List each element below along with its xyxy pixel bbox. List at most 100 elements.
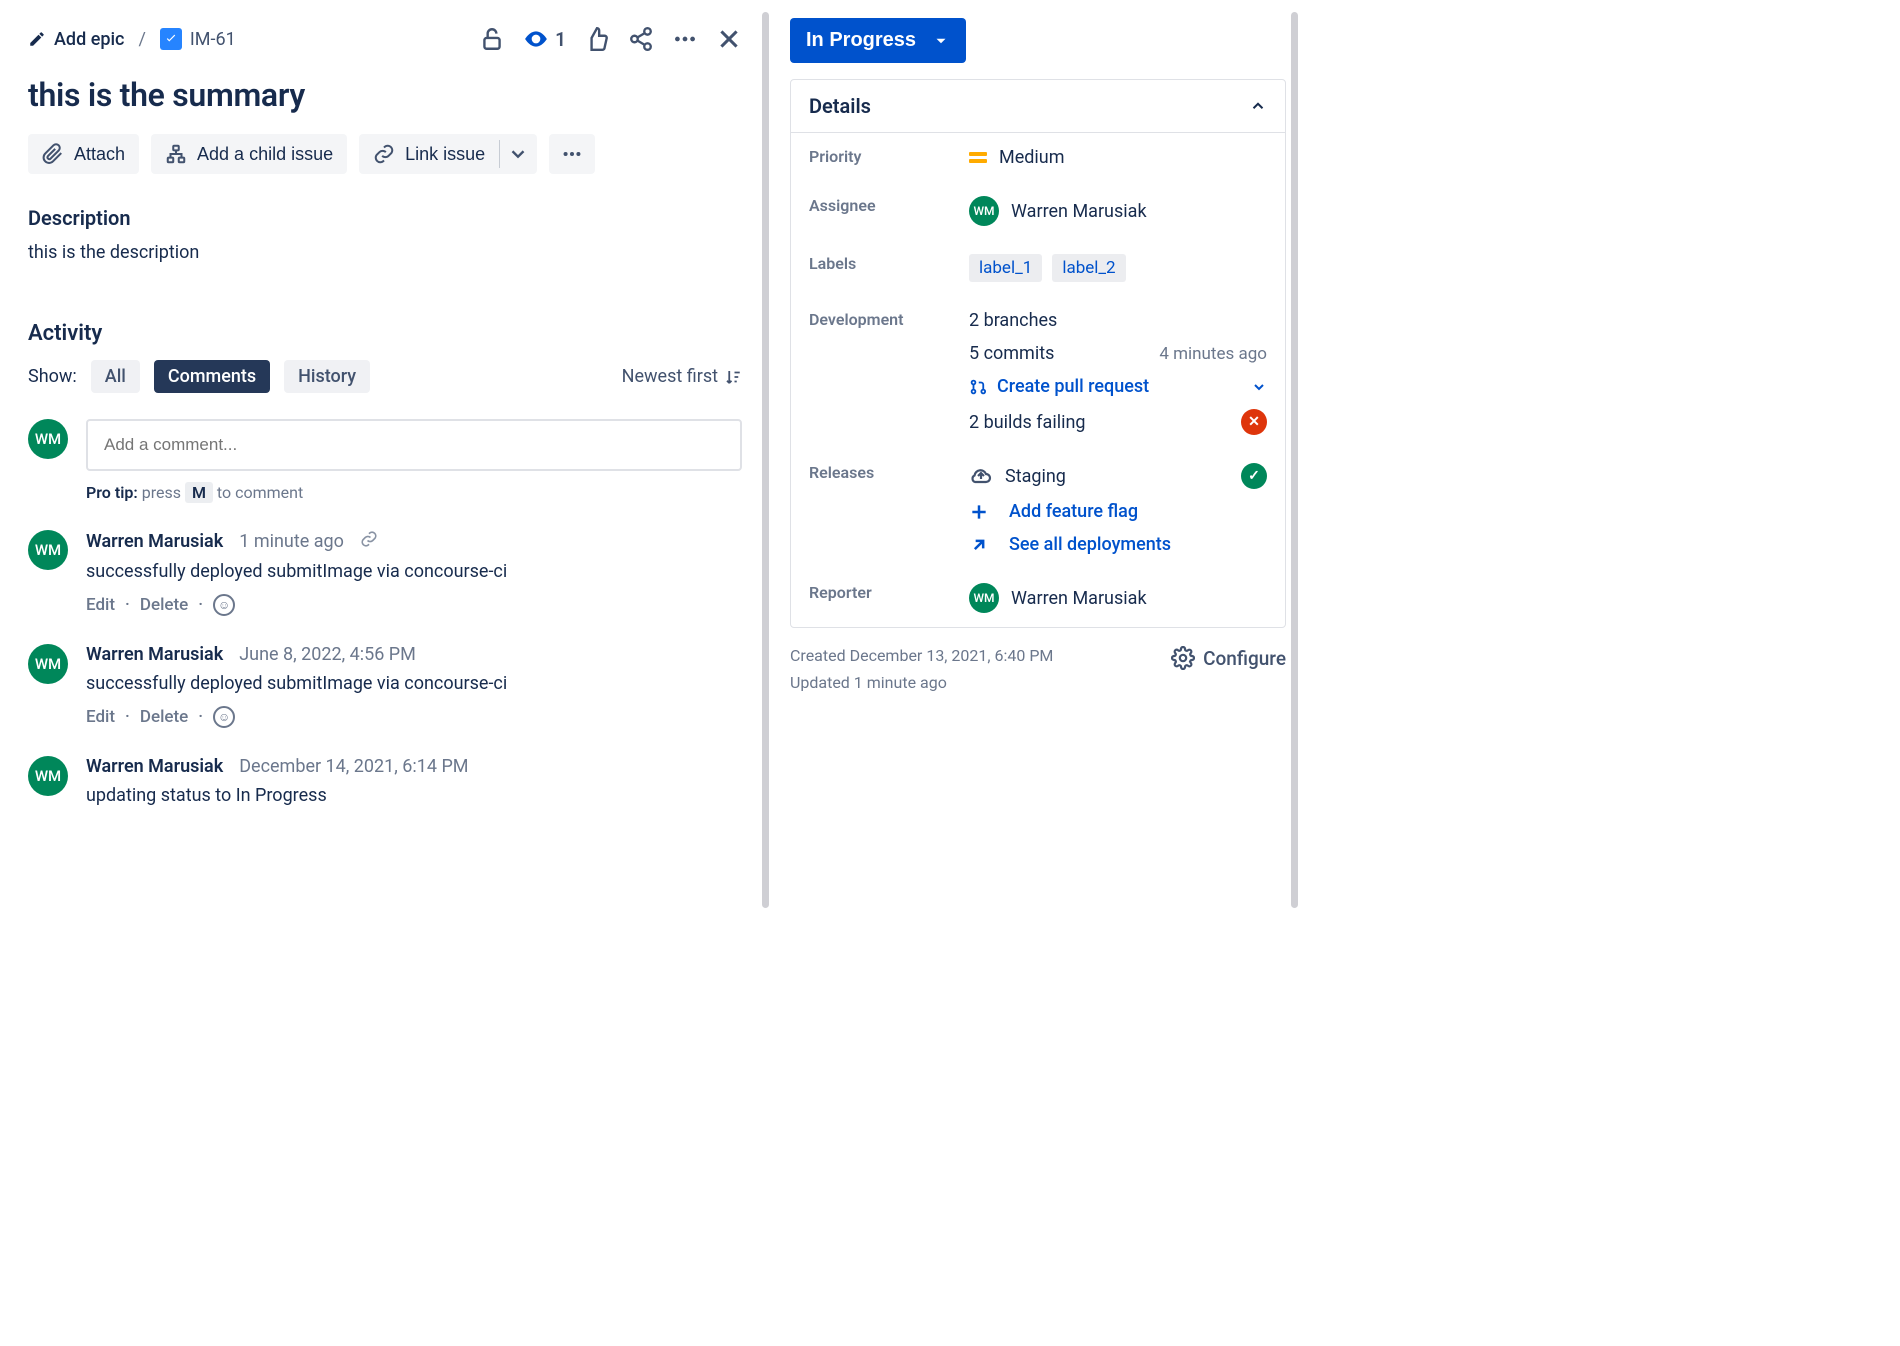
more-actions-button[interactable] [672, 26, 698, 52]
label-chip[interactable]: label_1 [969, 254, 1042, 282]
labels-label: Labels [809, 254, 959, 282]
assignee-avatar: WM [969, 196, 999, 226]
priority-field[interactable]: Priority Medium [791, 133, 1285, 182]
see-deployments-link[interactable]: See all deployments [1009, 534, 1171, 555]
issue-sidebar: In Progress Details Priority Medium Assi… [770, 0, 1300, 920]
add-child-button[interactable]: Add a child issue [151, 134, 347, 174]
link-issue-button[interactable]: Link issue [359, 134, 499, 174]
comment-author[interactable]: Warren Marusiak [86, 644, 223, 665]
chevron-up-icon [1249, 97, 1267, 115]
attach-button[interactable]: Attach [28, 134, 139, 174]
share-icon [628, 26, 654, 52]
edit-comment[interactable]: Edit [86, 595, 115, 615]
branches-link[interactable]: 2 branches [969, 310, 1057, 331]
release-status-ok-icon: ✓ [1241, 463, 1267, 489]
lock-button[interactable] [479, 26, 505, 52]
status-dropdown[interactable]: In Progress [790, 18, 966, 63]
close-button[interactable] [716, 26, 742, 52]
scrollbar[interactable] [1291, 12, 1298, 908]
add-reaction[interactable]: ☺ [213, 706, 235, 728]
sort-icon [724, 368, 742, 386]
tab-comments[interactable]: Comments [154, 360, 270, 393]
add-feature-flag-link[interactable]: Add feature flag [1009, 501, 1138, 522]
comment-text: updating status to In Progress [86, 785, 742, 806]
comment: WM Warren Marusiak 1 minute ago successf… [28, 530, 742, 616]
child-issue-icon [165, 143, 187, 165]
release-staging[interactable]: Staging [1005, 466, 1066, 487]
comment-author[interactable]: Warren Marusiak [86, 531, 223, 552]
plus-icon [969, 502, 989, 522]
issue-summary[interactable]: this is the summary [28, 76, 742, 114]
priority-label: Priority [809, 147, 959, 168]
labels-field[interactable]: Labels label_1 label_2 [791, 240, 1285, 296]
comment-avatar: WM [28, 756, 68, 796]
reporter-avatar: WM [969, 583, 999, 613]
attach-icon [42, 143, 64, 165]
comment-author[interactable]: Warren Marusiak [86, 756, 223, 777]
delete-comment[interactable]: Delete [140, 707, 188, 727]
priority-value: Medium [999, 147, 1065, 168]
details-panel-toggle[interactable]: Details [791, 80, 1285, 133]
top-actions: 1 [479, 26, 742, 52]
issue-key-link[interactable]: IM-61 [160, 28, 236, 50]
priority-medium-icon [969, 152, 987, 163]
configure-label: Configure [1203, 647, 1286, 670]
cloud-upload-icon [969, 464, 993, 488]
issue-main-column: Add epic / IM-61 1 [0, 0, 770, 920]
link-issue-dropdown[interactable] [499, 134, 537, 174]
description-text[interactable]: this is the description [28, 242, 742, 263]
issue-type-icon [160, 28, 182, 50]
gear-icon [1171, 646, 1195, 670]
description-heading: Description [28, 206, 742, 230]
eye-icon [523, 26, 549, 52]
tab-all[interactable]: All [91, 360, 140, 393]
details-heading: Details [809, 94, 871, 118]
meta-footer: Created December 13, 2021, 6:40 PM Updat… [790, 646, 1286, 692]
comment-text: successfully deployed submitImage via co… [86, 561, 742, 582]
sort-label: Newest first [622, 366, 718, 387]
add-epic-label: Add epic [54, 29, 124, 50]
create-pr-link[interactable]: Create pull request [997, 376, 1149, 397]
reporter-field[interactable]: Reporter WM Warren Marusiak [791, 569, 1285, 627]
more-issue-actions[interactable] [549, 134, 595, 174]
share-button[interactable] [628, 26, 654, 52]
label-chip[interactable]: label_2 [1052, 254, 1125, 282]
link-icon [373, 143, 395, 165]
comments-list: WM Warren Marusiak 1 minute ago successf… [28, 530, 742, 806]
builds-failing[interactable]: 2 builds failing [969, 412, 1086, 433]
comment-input[interactable] [86, 419, 742, 471]
comment-text: successfully deployed submitImage via co… [86, 673, 742, 694]
pro-tip-mid: press [142, 483, 181, 502]
configure-link[interactable]: Configure [1171, 646, 1286, 670]
created-meta: Created December 13, 2021, 6:40 PM [790, 646, 1053, 665]
assignee-field[interactable]: Assignee WM Warren Marusiak [791, 182, 1285, 240]
issue-key-text: IM-61 [190, 29, 236, 50]
issue-action-row: Attach Add a child issue Link issue [28, 134, 742, 174]
delete-comment[interactable]: Delete [140, 595, 188, 615]
breadcrumb: Add epic / IM-61 [28, 28, 236, 50]
commits-time: 4 minutes ago [1159, 344, 1267, 364]
pro-tip: Pro tip: press M to comment [86, 483, 742, 502]
sort-toggle[interactable]: Newest first [622, 366, 742, 387]
comment-avatar: WM [28, 530, 68, 570]
top-row: Add epic / IM-61 1 [28, 26, 742, 52]
pull-request-icon [969, 378, 987, 396]
vote-button[interactable] [584, 26, 610, 52]
commits-link[interactable]: 5 commits [969, 343, 1054, 364]
current-user-avatar: WM [28, 419, 68, 459]
show-label: Show: [28, 366, 77, 387]
copy-link-icon[interactable] [360, 530, 378, 553]
build-status-fail-icon: ✕ [1241, 409, 1267, 435]
tab-history[interactable]: History [284, 360, 370, 393]
development-field: Development 2 branches 5 commits 4 minut… [791, 296, 1285, 449]
edit-comment[interactable]: Edit [86, 707, 115, 727]
releases-field: Releases Staging ✓ Add feature flag See … [791, 449, 1285, 569]
scrollbar[interactable] [762, 12, 769, 908]
attach-label: Attach [74, 144, 125, 165]
chevron-down-icon[interactable] [1251, 379, 1267, 395]
comment-avatar: WM [28, 644, 68, 684]
add-reaction[interactable]: ☺ [213, 594, 235, 616]
watch-button[interactable]: 1 [523, 26, 566, 52]
add-epic-link[interactable]: Add epic [28, 29, 124, 50]
assignee-value: Warren Marusiak [1011, 201, 1147, 222]
